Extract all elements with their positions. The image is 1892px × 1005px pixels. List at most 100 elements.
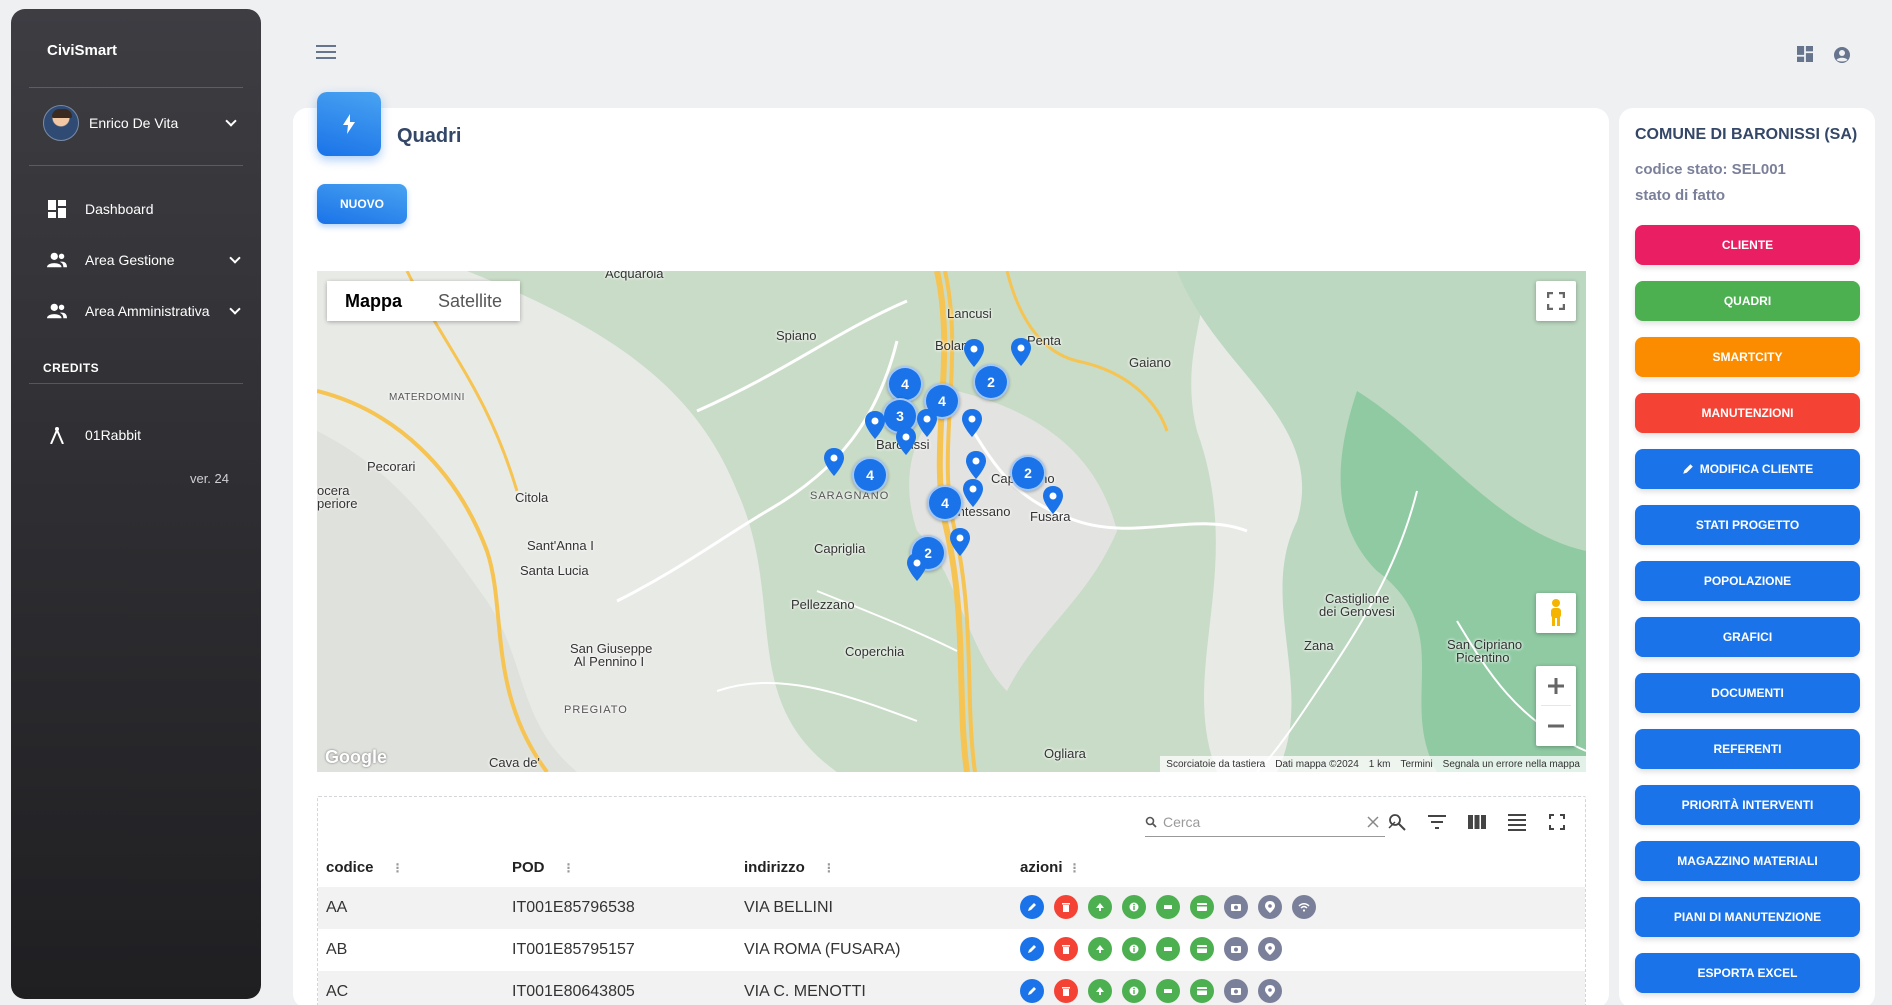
map-pin-icon[interactable]: [1011, 338, 1031, 366]
zoom-in-icon[interactable]: [1541, 666, 1571, 706]
card-icon[interactable]: [1190, 937, 1214, 961]
map-type-toggle[interactable]: Mappa Satellite: [327, 281, 521, 321]
search-input[interactable]: Cerca: [1145, 807, 1385, 837]
piani-manutenzione-button[interactable]: PIANI DI MANUTENZIONE: [1635, 897, 1860, 937]
sidebar-item-area-amministrativa[interactable]: Area Amministrativa: [47, 301, 247, 321]
column-menu-icon[interactable]: ⋮: [823, 861, 835, 875]
table-row[interactable]: AA IT001E85796538 VIA BELLINI: [318, 887, 1585, 929]
column-menu-icon[interactable]: ⋮: [1069, 861, 1081, 875]
column-menu-icon[interactable]: ⋮: [563, 861, 575, 875]
marker-cluster[interactable]: 4: [852, 457, 888, 493]
columns-icon[interactable]: [1466, 811, 1488, 833]
table-row[interactable]: AB IT001E85795157 VIA ROMA (FUSARA): [318, 929, 1585, 971]
new-button[interactable]: NUOVO: [317, 184, 407, 224]
filter-icon[interactable]: [1426, 811, 1448, 833]
lamp-icon[interactable]: [1088, 937, 1112, 961]
map-pin-icon[interactable]: [824, 448, 844, 476]
map[interactable]: Mappa Satellite Acquarola Lancusi Bolano…: [317, 271, 1586, 772]
location-icon[interactable]: [1258, 979, 1282, 1003]
column-header-indirizzo[interactable]: indirizzo ⋮: [744, 859, 835, 876]
report-error-link[interactable]: Segnala un errore nella mappa: [1443, 759, 1580, 770]
map-pin-icon[interactable]: [865, 411, 885, 439]
stati-progetto-button[interactable]: STATI PROGETTO: [1635, 505, 1860, 545]
fullscreen-icon[interactable]: [1536, 281, 1576, 321]
cliente-button[interactable]: CLIENTE: [1635, 225, 1860, 265]
map-type-satellite-button[interactable]: Satellite: [420, 281, 521, 321]
meter-icon[interactable]: [1156, 895, 1180, 919]
column-header-azioni[interactable]: azioni ⋮: [1020, 859, 1081, 876]
esporta-excel-button[interactable]: ESPORTA EXCEL: [1635, 953, 1860, 993]
referenti-button[interactable]: REFERENTI: [1635, 729, 1860, 769]
terms-link[interactable]: Termini: [1400, 759, 1432, 770]
map-pin-icon[interactable]: [896, 427, 916, 455]
density-icon[interactable]: [1506, 811, 1528, 833]
clear-icon[interactable]: [1367, 815, 1379, 828]
info-icon[interactable]: [1122, 895, 1146, 919]
map-pin-icon[interactable]: [966, 451, 986, 479]
sidebar-item-dashboard[interactable]: Dashboard: [47, 199, 247, 219]
dashboard-icon[interactable]: [1797, 46, 1815, 64]
zoom-out-icon[interactable]: [1547, 706, 1565, 746]
documenti-button[interactable]: DOCUMENTI: [1635, 673, 1860, 713]
sidebar-item-area-gestione[interactable]: Area Gestione: [47, 250, 247, 270]
location-icon[interactable]: [1258, 895, 1282, 919]
zoom-control[interactable]: [1536, 666, 1576, 746]
wifi-icon[interactable]: [1292, 895, 1316, 919]
map-scale[interactable]: 1 km: [1369, 759, 1391, 770]
column-header-pod[interactable]: POD ⋮: [512, 859, 575, 876]
grafici-button[interactable]: GRAFICI: [1635, 617, 1860, 657]
street-view-pegman-icon[interactable]: [1536, 593, 1576, 633]
card-icon[interactable]: [1190, 979, 1214, 1003]
account-icon[interactable]: [1833, 46, 1851, 64]
camera-icon[interactable]: [1224, 979, 1248, 1003]
column-header-codice[interactable]: codice ⋮: [326, 859, 404, 876]
map-pin-icon[interactable]: [962, 409, 982, 437]
button-label: GRAFICI: [1722, 630, 1773, 644]
lamp-icon[interactable]: [1088, 895, 1112, 919]
camera-icon[interactable]: [1224, 895, 1248, 919]
map-pin-icon[interactable]: [917, 409, 937, 437]
camera-icon[interactable]: [1224, 937, 1248, 961]
meter-icon[interactable]: [1156, 937, 1180, 961]
edit-icon[interactable]: [1020, 937, 1044, 961]
card-icon[interactable]: [1190, 895, 1214, 919]
modifica-cliente-button[interactable]: MODIFICA CLIENTE: [1635, 449, 1860, 489]
meter-icon[interactable]: [1156, 979, 1180, 1003]
popolazione-button[interactable]: POPOLAZIONE: [1635, 561, 1860, 601]
delete-icon[interactable]: [1054, 895, 1078, 919]
map-pin-icon[interactable]: [950, 528, 970, 556]
info-icon[interactable]: [1122, 979, 1146, 1003]
edit-icon[interactable]: [1020, 895, 1044, 919]
magazzino-materiali-button[interactable]: MAGAZZINO MATERIALI: [1635, 841, 1860, 881]
brand-name[interactable]: CiviSmart: [47, 42, 117, 59]
marker-cluster[interactable]: 4: [887, 366, 923, 402]
map-pin-icon[interactable]: [964, 339, 984, 367]
delete-icon[interactable]: [1054, 937, 1078, 961]
smartcity-button[interactable]: SMARTCITY: [1635, 337, 1860, 377]
quadri-button[interactable]: QUADRI: [1635, 281, 1860, 321]
delete-icon[interactable]: [1054, 979, 1078, 1003]
map-type-map-button[interactable]: Mappa: [327, 281, 421, 321]
location-icon[interactable]: [1258, 937, 1282, 961]
map-pin-icon[interactable]: [1043, 486, 1063, 514]
bolt-icon: [317, 92, 381, 156]
user-menu[interactable]: Enrico De Vita: [43, 105, 243, 141]
menu-toggle-icon[interactable]: [316, 45, 336, 63]
column-menu-icon[interactable]: ⋮: [392, 861, 404, 875]
row-actions: [1020, 979, 1282, 1003]
edit-icon[interactable]: [1020, 979, 1044, 1003]
map-pin-icon[interactable]: [963, 479, 983, 507]
priorita-interventi-button[interactable]: PRIORITÀ INTERVENTI: [1635, 785, 1860, 825]
keyboard-shortcuts-link[interactable]: Scorciatoie da tastiera: [1166, 759, 1265, 770]
marker-cluster[interactable]: 2: [1010, 455, 1046, 491]
search-reset-icon[interactable]: [1386, 811, 1408, 833]
fullscreen-icon[interactable]: [1546, 811, 1568, 833]
table-row[interactable]: AC IT001E80643805 VIA C. MENOTTI: [318, 971, 1585, 1005]
marker-cluster[interactable]: 4: [927, 485, 963, 521]
manutenzioni-button[interactable]: MANUTENZIONI: [1635, 393, 1860, 433]
marker-cluster[interactable]: 2: [973, 364, 1009, 400]
lamp-icon[interactable]: [1088, 979, 1112, 1003]
map-pin-icon[interactable]: [907, 553, 927, 581]
info-icon[interactable]: [1122, 937, 1146, 961]
sidebar-item-01rabbit[interactable]: 01Rabbit: [47, 425, 247, 445]
